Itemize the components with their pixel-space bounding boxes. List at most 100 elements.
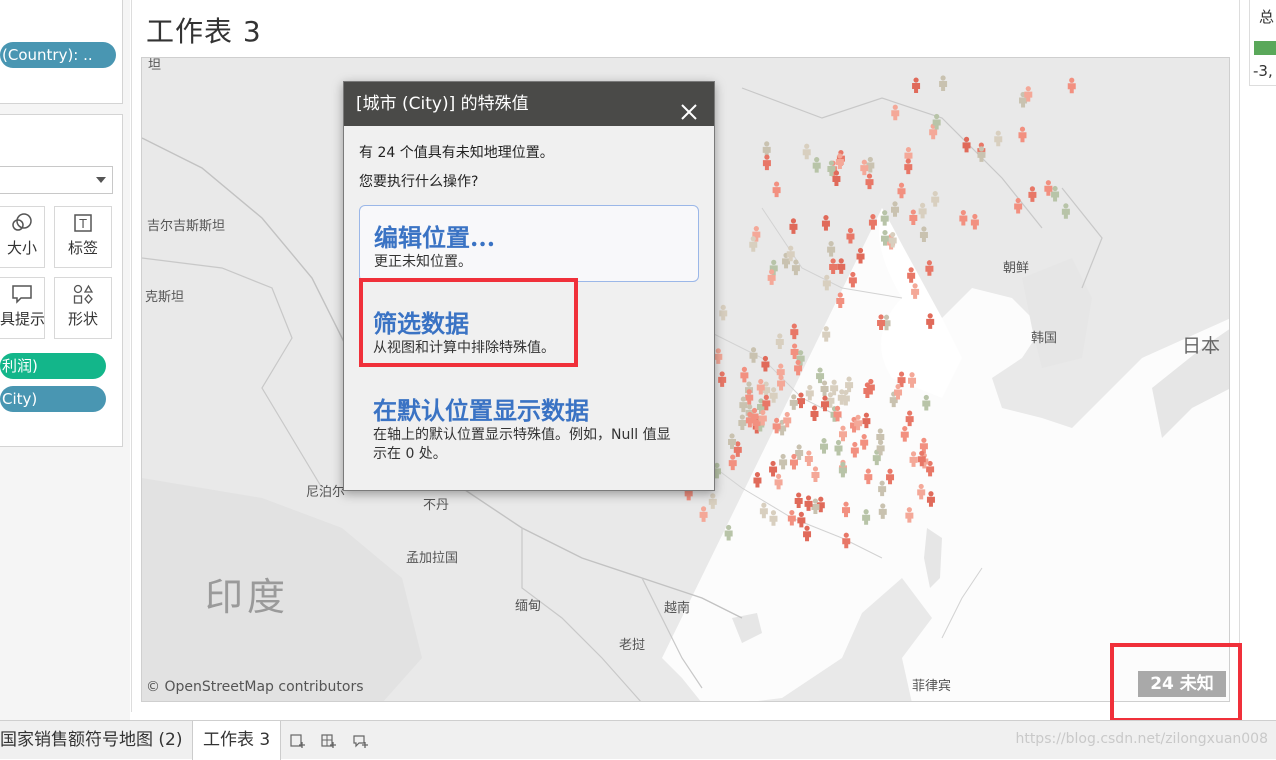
city-marker[interactable] <box>699 506 708 522</box>
city-marker[interactable] <box>891 201 900 217</box>
new-dashboard-icon[interactable] <box>321 733 337 749</box>
city-marker[interactable] <box>769 387 778 403</box>
city-marker[interactable] <box>827 241 836 257</box>
city-marker[interactable] <box>1028 186 1037 202</box>
city-marker[interactable] <box>812 157 821 173</box>
map-label-nepal: 尼泊尔 <box>306 485 346 500</box>
legend-min-value: -3, <box>1253 62 1273 80</box>
label-button[interactable]: T 标签 <box>54 206 112 268</box>
city-marker[interactable] <box>970 213 979 230</box>
map-label-myanmar: 缅甸 <box>515 599 542 614</box>
city-marker[interactable] <box>860 159 869 176</box>
dialog-message-2: 您要执行什么操作? <box>359 174 479 190</box>
city-marker[interactable] <box>718 371 727 387</box>
close-icon[interactable] <box>680 94 698 120</box>
city-marker[interactable] <box>925 260 934 276</box>
label-label: 标签 <box>67 239 98 257</box>
city-marker[interactable] <box>791 259 800 276</box>
korea-land <box>1022 258 1092 368</box>
new-worksheet-icon[interactable] <box>290 733 306 749</box>
city-marker[interactable] <box>909 209 918 226</box>
city-marker[interactable] <box>1061 203 1070 219</box>
city-marker[interactable] <box>837 258 846 274</box>
map-label-top: 坦 <box>148 58 162 73</box>
size-label: 大小 <box>6 239 37 257</box>
dialog-message-1: 有 24 个值具有未知地理位置。 <box>359 145 554 161</box>
left-cards-panel: (Country): .. 大小 T 标签 具提示 形状 利润) City) <box>0 0 130 720</box>
border-line <box>521 528 642 701</box>
map-label-laos: 老挝 <box>619 638 646 653</box>
filter-pill-country[interactable]: (Country): .. <box>0 42 116 68</box>
watermark-text: https://blog.csdn.net/zilongxuan008 <box>1015 731 1268 747</box>
city-marker[interactable] <box>959 209 968 226</box>
city-marker[interactable] <box>891 104 900 121</box>
city-marker[interactable] <box>918 202 927 219</box>
tab-country-sales-map[interactable]: 国家销售额符号地图 (2) <box>0 721 182 760</box>
city-marker[interactable] <box>939 75 948 92</box>
city-marker[interactable] <box>790 323 799 340</box>
mark-type-dropdown[interactable] <box>0 166 113 194</box>
tooltip-icon <box>0 278 44 308</box>
city-marker[interactable] <box>1067 77 1076 94</box>
city-marker[interactable] <box>821 215 830 231</box>
city-marker[interactable] <box>919 226 928 242</box>
legend-title: 总 <box>1259 8 1275 26</box>
city-marker[interactable] <box>728 454 737 471</box>
city-marker[interactable] <box>749 347 758 363</box>
city-marker[interactable] <box>728 433 737 449</box>
map-label-kyrgyzstan: 吉尔吉斯斯坦 <box>147 219 226 234</box>
shape-label: 形状 <box>67 310 98 328</box>
city-marker[interactable] <box>846 227 855 244</box>
filters-card: (Country): .. <box>0 0 123 104</box>
dialog-header: [城市 (City)] 的特殊值 <box>344 82 714 126</box>
city-marker[interactable] <box>822 274 831 291</box>
city-marker[interactable] <box>740 366 749 383</box>
edit-locations-option[interactable]: 编辑位置... 更正未知位置。 <box>359 205 699 282</box>
map-label-philippines: 菲律宾 <box>912 679 952 694</box>
map-label-bhutan: 不丹 <box>423 498 450 513</box>
city-marker[interactable] <box>775 333 784 349</box>
map-label-tajikistan: 克斯坦 <box>145 290 185 305</box>
tooltip-label: 具提示 <box>0 310 44 328</box>
city-marker[interactable] <box>738 414 747 431</box>
shape-button[interactable]: 形状 <box>54 277 112 339</box>
map-label-north-korea: 朝鲜 <box>1003 261 1030 276</box>
pill-profit[interactable]: 利润) <box>0 353 106 379</box>
city-marker[interactable] <box>1014 197 1023 214</box>
shape-icon <box>55 278 111 308</box>
size-button[interactable]: 大小 <box>0 206 45 268</box>
size-icon <box>0 207 44 237</box>
city-marker[interactable] <box>931 190 940 207</box>
tooltip-button[interactable]: 具提示 <box>0 277 45 339</box>
city-marker[interactable] <box>762 141 771 157</box>
city-marker[interactable] <box>789 218 798 234</box>
map-label-india: 印度 <box>205 575 290 619</box>
city-marker[interactable] <box>829 258 838 275</box>
map-label-south-korea: 韩国 <box>1031 331 1058 346</box>
city-marker[interactable] <box>714 348 723 364</box>
show-default-option[interactable]: 在默认位置显示数据 在轴上的默认位置显示特殊值。例如，Null 值显示在 0 处… <box>359 391 699 471</box>
city-marker[interactable] <box>762 154 771 171</box>
city-marker[interactable] <box>897 182 906 199</box>
city-marker[interactable] <box>912 77 921 94</box>
label-icon: T <box>55 207 111 237</box>
color-legend: 总 -3, <box>1249 0 1276 86</box>
map-label-bangladesh: 孟加拉国 <box>406 551 459 566</box>
city-marker[interactable] <box>1018 126 1027 143</box>
show-default-title: 在默认位置显示数据 <box>373 396 589 425</box>
city-marker[interactable] <box>719 304 728 321</box>
new-story-icon[interactable] <box>353 733 369 749</box>
city-marker[interactable] <box>777 374 786 391</box>
map-attribution[interactable]: © OpenStreetMap contributors <box>146 679 364 695</box>
highlight-box-unknown <box>1110 643 1242 722</box>
city-marker[interactable] <box>994 130 1003 147</box>
city-marker[interactable] <box>708 493 717 509</box>
edit-locations-desc: 更正未知位置。 <box>374 254 472 270</box>
city-marker[interactable] <box>865 173 874 190</box>
city-marker[interactable] <box>802 143 811 160</box>
sheet-title: 工作表 3 <box>146 15 262 48</box>
city-marker[interactable] <box>772 181 781 198</box>
tab-worksheet-3[interactable]: 工作表 3 <box>192 721 282 760</box>
city-marker[interactable] <box>904 158 913 175</box>
pill-city[interactable]: City) <box>0 386 106 412</box>
